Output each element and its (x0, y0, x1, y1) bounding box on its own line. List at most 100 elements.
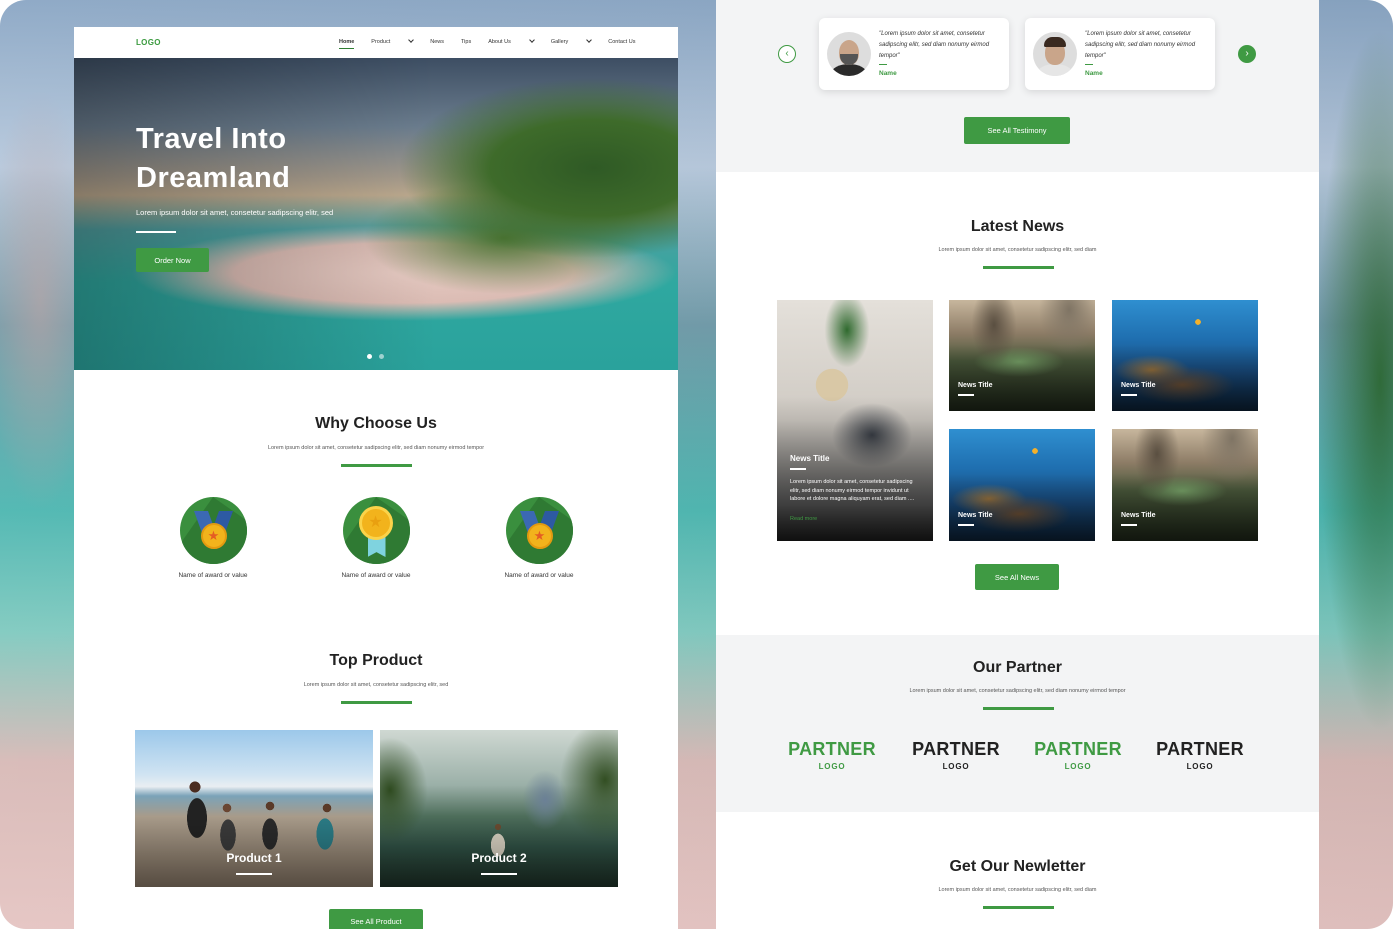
avatar (827, 32, 871, 76)
hero-title: Travel Into Dreamland (136, 120, 376, 198)
partner-logo[interactable]: PARTNER LOGO (901, 739, 1011, 771)
our-partner-title: Our Partner (973, 659, 1062, 676)
testimonial-name: Name (879, 70, 897, 77)
why-choose-subtitle: Lorem ipsum dolor sit amet, consetetur s… (267, 445, 485, 451)
news-title: News Title (958, 382, 993, 389)
product-underline (481, 873, 517, 875)
partner-logo-name: PARTNER (1156, 739, 1244, 759)
news-title: News Title (790, 454, 830, 463)
medal-icon: ★ (505, 497, 573, 564)
award-label: Name of award or value (178, 572, 248, 579)
testimonial-quote: "Lorem ipsum dolor sit amet, consetetur … (879, 31, 990, 59)
product-card[interactable]: Product 2 (380, 730, 618, 887)
partner-logo-name: PARTNER (788, 739, 876, 759)
newsletter-title: Get Our Newletter (949, 858, 1086, 875)
hero-subtitle: Lorem ipsum dolor sit amet, consetetur s… (136, 208, 334, 217)
news-title: News Title (1121, 382, 1156, 389)
news-underline (958, 524, 974, 526)
news-underline (790, 468, 806, 470)
section-divider (982, 707, 1054, 710)
carousel-dots (367, 354, 384, 359)
hero-banner: Travel Into Dreamland Lorem ipsum dolor s… (74, 58, 678, 370)
nav-contact-us[interactable]: Contact Us (608, 39, 635, 45)
navbar: LOGO Home Product News Tips About Us Gal… (74, 27, 678, 58)
partner-logo-sub: LOGO (1186, 762, 1214, 771)
award-item: ★ Name of award or value (158, 497, 268, 579)
partner-logo-sub: LOGO (1064, 762, 1092, 771)
medal-icon: ★ (342, 497, 410, 564)
news-underline (1121, 524, 1137, 526)
news-card[interactable]: News Title (1112, 429, 1258, 541)
newsletter-subtitle: Lorem ipsum dolor sit amet, consetetur s… (938, 887, 1097, 893)
hero-title-line1: Travel Into (136, 123, 287, 155)
section-divider (982, 906, 1054, 909)
see-all-news-button[interactable]: See All News (975, 564, 1059, 590)
landing-page-mockup-left: LOGO Home Product News Tips About Us Gal… (74, 27, 678, 929)
news-title: News Title (1121, 512, 1156, 519)
partner-logo[interactable]: PARTNER LOGO (1023, 739, 1133, 771)
news-card[interactable]: News Title (949, 429, 1095, 541)
see-all-testimony-button[interactable]: See All Testimony (964, 117, 1070, 144)
partner-logo-name: PARTNER (912, 739, 1000, 759)
partner-logo-name: PARTNER (1034, 739, 1122, 759)
latest-news-title: Latest News (970, 218, 1065, 235)
partner-logo-sub: LOGO (942, 762, 970, 771)
award-label: Name of award or value (341, 572, 411, 579)
news-card[interactable]: News Title (949, 300, 1095, 411)
top-product-title: Top Product (329, 652, 423, 669)
chevron-left-icon[interactable]: ‹ (778, 45, 796, 63)
nav-tips[interactable]: Tips (461, 39, 471, 45)
news-card[interactable]: News Title (1112, 300, 1258, 411)
testimonial-section: ‹ "Lorem ipsum dolor sit amet, consetetu… (716, 0, 1319, 172)
partner-logo[interactable]: PARTNER LOGO (777, 739, 887, 771)
nav-home[interactable]: Home (339, 39, 355, 49)
name-divider (1085, 64, 1093, 65)
name-divider (879, 64, 887, 65)
testimonial-card: "Lorem ipsum dolor sit amet, consetetur … (1025, 18, 1215, 90)
medal-icon: ★ (179, 497, 247, 564)
chevron-down-icon (528, 37, 535, 43)
partner-logo-sub: LOGO (818, 762, 846, 771)
nav-product[interactable]: Product (371, 37, 415, 45)
section-divider (341, 701, 412, 704)
chevron-right-icon[interactable]: › (1238, 45, 1256, 63)
nav-news[interactable]: News (430, 39, 444, 45)
nav-product-label: Product (371, 39, 391, 45)
partner-logo[interactable]: PARTNER LOGO (1145, 739, 1255, 771)
avatar (1033, 32, 1077, 76)
nav-gallery[interactable]: Gallery (550, 37, 593, 45)
news-title: News Title (958, 512, 993, 519)
chevron-down-icon (408, 37, 415, 43)
product-card[interactable]: Product 1 (135, 730, 373, 887)
testimonial-name: Name (1085, 70, 1103, 77)
testimonial-card: "Lorem ipsum dolor sit amet, consetetur … (819, 18, 1009, 90)
award-item: ★ Name of award or value (484, 497, 594, 579)
partner-section: Our Partner Lorem ipsum dolor sit amet, … (716, 635, 1319, 812)
logo[interactable]: LOGO (136, 38, 161, 47)
carousel-dot[interactable] (379, 354, 384, 359)
news-card-featured[interactable]: News Title Lorem ipsum dolor sit amet, c… (777, 300, 933, 541)
nav-gallery-label: Gallery (550, 39, 569, 45)
award-label: Name of award or value (504, 572, 574, 579)
award-item: ★ Name of award or value (321, 497, 431, 579)
our-partner-subtitle: Lorem ipsum dolor sit amet, consetetur s… (909, 688, 1126, 694)
carousel-dot-active[interactable] (367, 354, 372, 359)
hero-title-line2: Dreamland (136, 162, 291, 194)
news-underline (1121, 394, 1137, 396)
nav-menu: Home Product News Tips About Us Gallery … (339, 37, 652, 49)
section-divider (341, 464, 412, 467)
landing-page-mockup-right: ‹ "Lorem ipsum dolor sit amet, consetetu… (716, 0, 1319, 929)
read-more-link[interactable]: Read more (790, 516, 817, 522)
order-now-button[interactable]: Order Now (136, 248, 209, 272)
news-description: Lorem ipsum dolor sit amet, consetetur s… (790, 479, 915, 502)
latest-news-subtitle: Lorem ipsum dolor sit amet, consetetur s… (938, 247, 1097, 253)
news-underline (958, 394, 974, 396)
chevron-down-icon (586, 37, 593, 43)
see-all-product-button[interactable]: See All Product (329, 909, 423, 929)
nav-about-us[interactable]: About Us (488, 37, 535, 45)
section-divider (982, 266, 1054, 269)
product-underline (236, 873, 272, 875)
product-title: Product 1 (226, 851, 282, 865)
product-title: Product 2 (471, 851, 527, 865)
why-choose-title: Why Choose Us (315, 415, 437, 432)
